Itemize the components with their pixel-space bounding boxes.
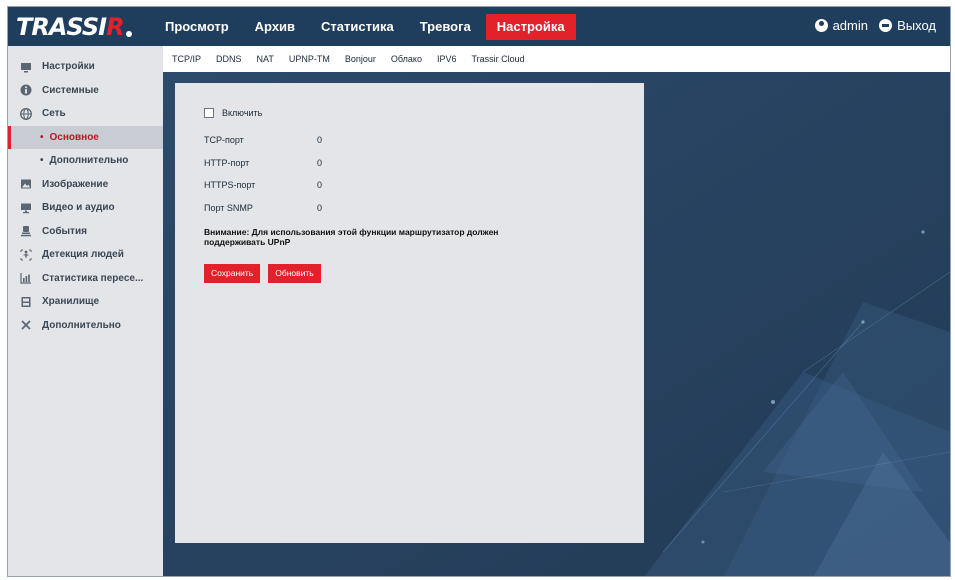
tcp-port-label: TCP-порт (204, 135, 244, 146)
save-button[interactable]: Сохранить (204, 264, 261, 283)
tab-ddns[interactable]: DDNS (216, 54, 242, 64)
tools-icon (20, 319, 32, 331)
sidebar-item-image[interactable]: Изображение (8, 173, 163, 197)
sidebar-item-network[interactable]: Сеть (8, 102, 163, 126)
enable-label: Включить (222, 108, 263, 118)
sidebar-item-system[interactable]: Системные (8, 79, 163, 103)
event-icon (20, 225, 32, 237)
snmp-port-value: 0 (317, 202, 323, 213)
app-window: TRASSIR Просмотр Архив Статистика Тревог… (7, 6, 951, 577)
nav-view[interactable]: Просмотр (154, 14, 240, 40)
http-port-label: HTTP-порт (204, 157, 250, 168)
tab-cloud[interactable]: Облако (391, 54, 422, 64)
stats-icon (20, 272, 32, 284)
image-icon (20, 178, 32, 190)
monitor-icon (20, 61, 32, 73)
settings-sidebar: Настройки Системные Сеть • Основное • До… (8, 46, 163, 576)
top-navigation-bar: TRASSIR Просмотр Архив Статистика Тревог… (8, 7, 950, 46)
logout-button[interactable]: Выход (879, 18, 936, 33)
logo-text: TRASSIR (16, 13, 125, 41)
snmp-port-label: Порт SNMP (204, 202, 253, 213)
nat-settings-panel: Включить TCP-порт 0 HTTP-порт 0 HTTPS-по… (175, 83, 644, 543)
sidebar-item-crossing-stats[interactable]: Статистика пересе... (8, 267, 163, 291)
sidebar-item-video-audio[interactable]: Видео и аудио (8, 196, 163, 220)
logout-label: Выход (897, 18, 936, 33)
upnp-warning: Внимание: Для использования этой функции… (204, 227, 499, 247)
tab-bonjour[interactable]: Bonjour (345, 54, 376, 64)
tcp-port-row: TCP-порт 0 (204, 129, 644, 152)
enable-checkbox[interactable] (204, 108, 214, 118)
snmp-port-row: Порт SNMP 0 (204, 197, 644, 220)
nav-statistics[interactable]: Статистика (310, 14, 405, 40)
person-detect-icon (20, 249, 32, 261)
action-buttons: Сохранить Обновить (204, 264, 644, 283)
sidebar-label: Видео и аудио (42, 202, 115, 214)
http-port-value: 0 (317, 157, 323, 168)
sidebar-item-events[interactable]: События (8, 220, 163, 244)
tab-nat[interactable]: NAT (257, 54, 274, 64)
tab-upnp-tm[interactable]: UPNP-TM (289, 54, 330, 64)
sidebar-item-people-detection[interactable]: Детекция людей (8, 243, 163, 267)
user-name: admin (832, 18, 868, 33)
network-subtabs: TCP/IP DDNS NAT UPNP-TM Bonjour Облако I… (163, 46, 950, 72)
trassir-logo: TRASSIR (16, 13, 132, 41)
tab-trassir-cloud[interactable]: Trassir Cloud (471, 54, 524, 64)
video-icon (20, 202, 32, 214)
sidebar-label: Настройки (42, 61, 95, 73)
tab-ipv6[interactable]: IPV6 (437, 54, 457, 64)
https-port-value: 0 (317, 180, 323, 191)
http-port-row: HTTP-порт 0 (204, 152, 644, 175)
refresh-button[interactable]: Обновить (268, 264, 321, 283)
sidebar-label: Статистика пересе... (42, 272, 144, 284)
sidebar-label: Системные (42, 84, 99, 96)
nav-settings[interactable]: Настройка (485, 13, 576, 40)
sidebar-label: Дополнительно (42, 319, 121, 331)
main-nav: Просмотр Архив Статистика Тревога Настро… (154, 7, 580, 46)
https-port-label: HTTPS-порт (204, 180, 256, 191)
power-icon (879, 19, 893, 32)
globe-icon (20, 107, 32, 120)
sidebar-label: Сеть (42, 108, 66, 120)
info-icon (20, 84, 32, 96)
logo-dot (125, 31, 132, 37)
sidebar-label: Основное (49, 131, 99, 143)
sidebar-label: Хранилище (42, 296, 100, 308)
sidebar-item-settings[interactable]: Настройки (8, 55, 163, 79)
tcp-port-value: 0 (317, 135, 323, 146)
sidebar-label: Детекция людей (42, 249, 124, 261)
user-menu[interactable]: admin (814, 18, 868, 33)
nav-alarm[interactable]: Тревога (409, 14, 482, 40)
user-icon (814, 19, 828, 32)
sidebar-item-network-basic[interactable]: • Основное (8, 125, 163, 149)
sidebar-item-additional[interactable]: Дополнительно (8, 314, 163, 338)
nav-archive[interactable]: Архив (244, 14, 306, 40)
storage-icon (20, 296, 32, 308)
https-port-row: HTTPS-порт 0 (204, 174, 644, 197)
enable-row: Включить (204, 105, 644, 121)
tab-tcpip[interactable]: TCP/IP (172, 54, 201, 64)
sidebar-item-storage[interactable]: Хранилище (8, 290, 163, 314)
sidebar-label: Изображение (42, 178, 109, 190)
sidebar-label: Дополнительно (49, 155, 129, 167)
sidebar-item-network-advanced[interactable]: • Дополнительно (8, 149, 163, 173)
sidebar-label: События (42, 225, 87, 237)
